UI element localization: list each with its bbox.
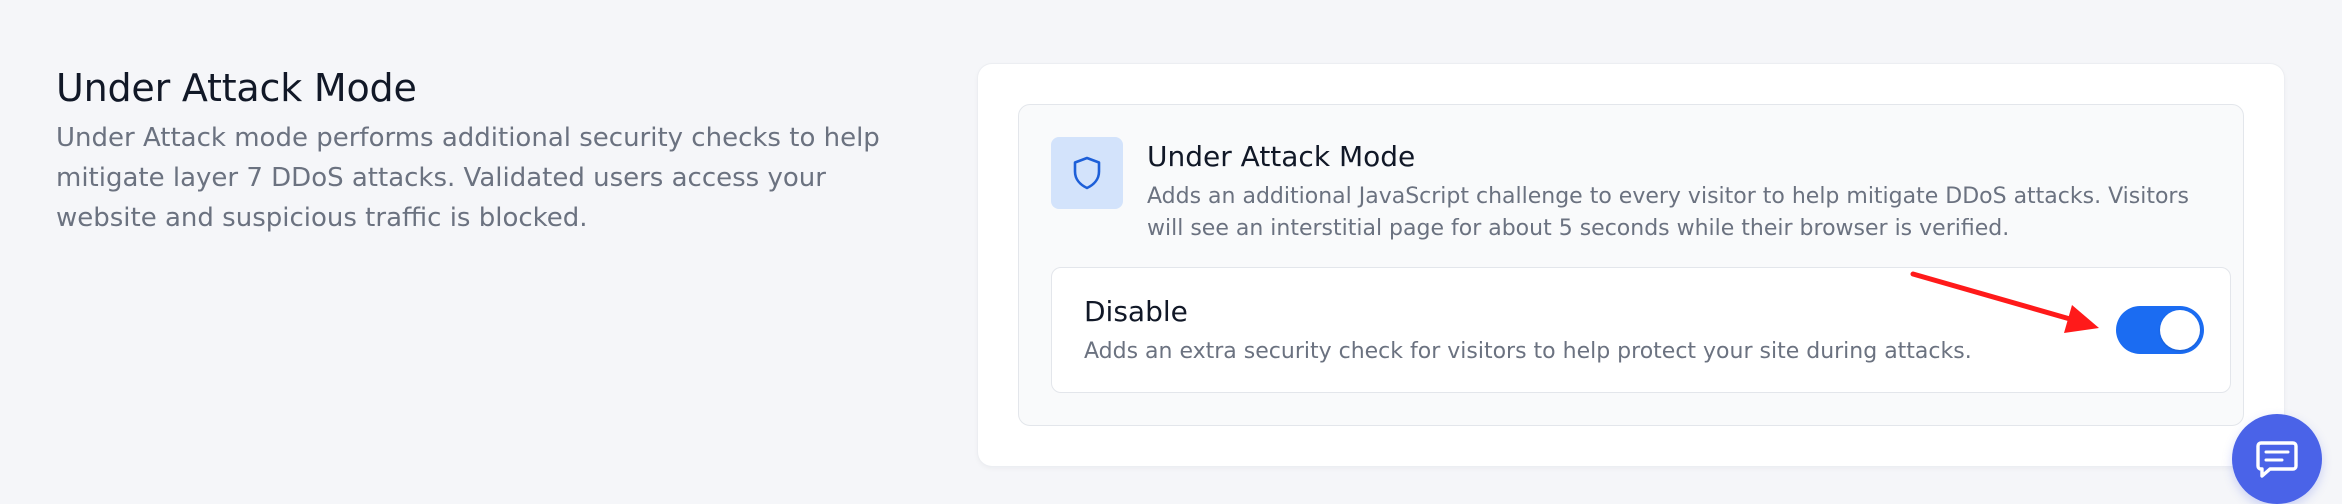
section-title: Under Attack Mode bbox=[56, 66, 417, 110]
toggle-switch[interactable] bbox=[2116, 306, 2204, 354]
toggle-knob bbox=[2160, 310, 2200, 350]
feature-title: Under Attack Mode bbox=[1147, 140, 1416, 173]
chat-button[interactable] bbox=[2232, 414, 2322, 504]
section-intro: Under Attack Mode Under Attack mode perf… bbox=[56, 62, 916, 238]
disable-option: Disable Adds an extra security check for… bbox=[1051, 267, 2231, 393]
chat-icon bbox=[2256, 441, 2298, 478]
settings-card: Under Attack Mode Adds an additional Jav… bbox=[978, 64, 2284, 466]
section-description: Under Attack mode performs additional se… bbox=[56, 123, 880, 233]
feature-description: Adds an additional JavaScript challenge … bbox=[1147, 184, 2189, 241]
feature-panel: Under Attack Mode Adds an additional Jav… bbox=[1018, 104, 2244, 426]
option-description: Adds an extra security check for visitor… bbox=[1084, 339, 1972, 364]
option-title: Disable bbox=[1084, 295, 1188, 328]
shield-icon bbox=[1051, 137, 1123, 209]
